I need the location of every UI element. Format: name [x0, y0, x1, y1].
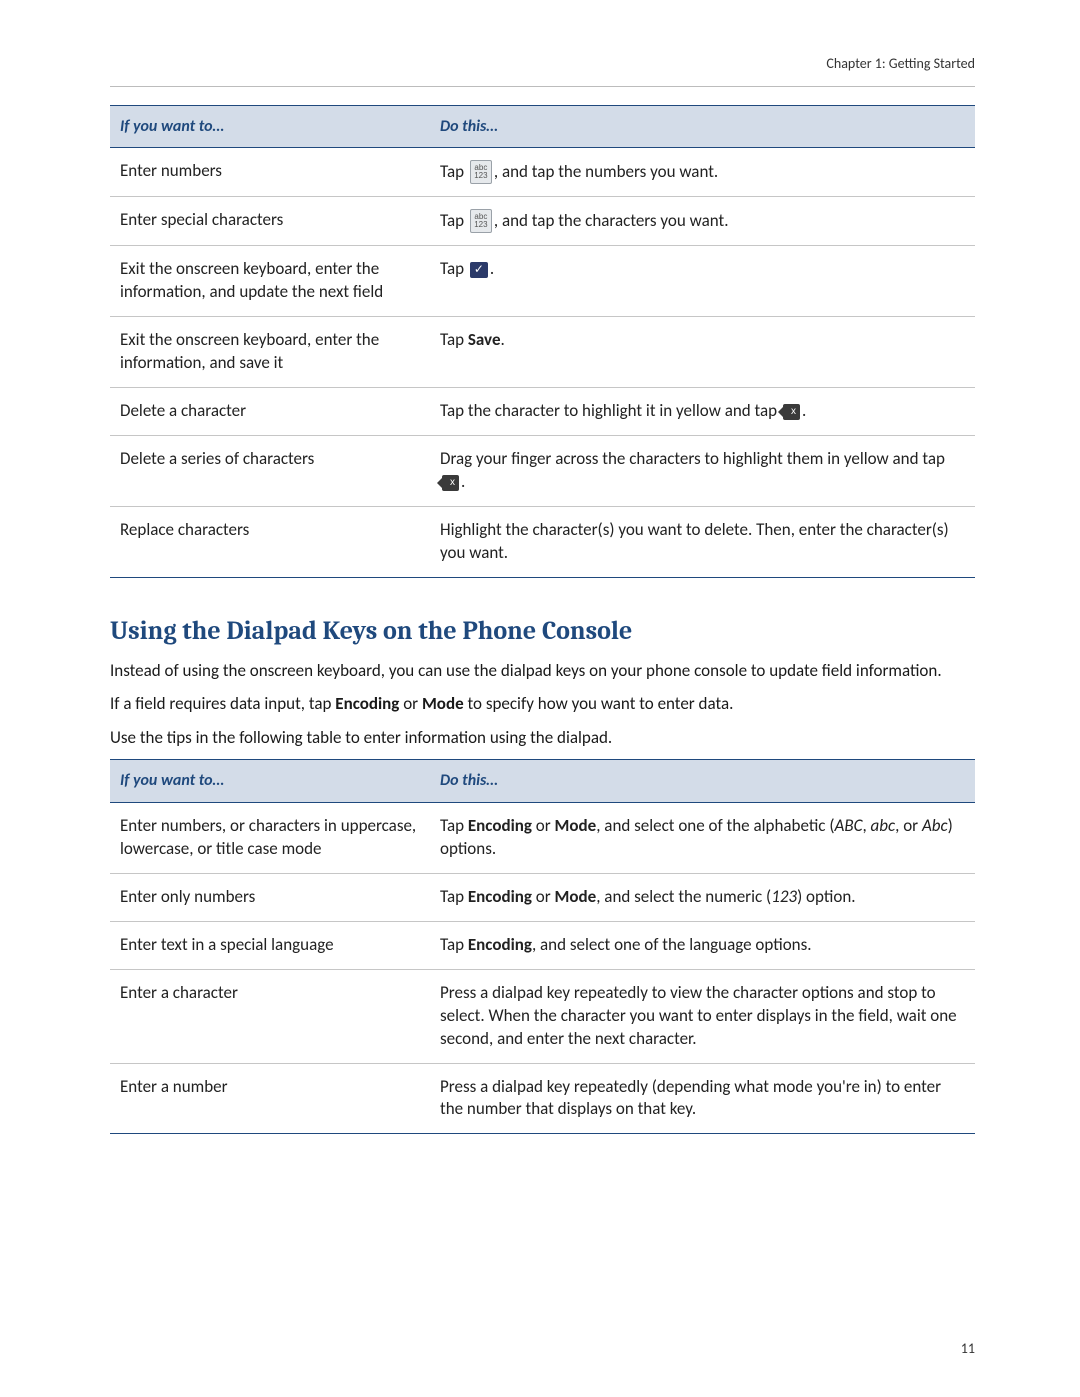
table-row: Delete a characterTap the character to h… [110, 388, 975, 436]
table-header-left: If you want to… [110, 760, 430, 803]
table-row: Enter a numberPress a dialpad key repeat… [110, 1063, 975, 1134]
table-row: Enter numbersTap abc123, and tap the num… [110, 148, 975, 197]
table-cell-right: Tap Encoding or Mode, and select one of … [430, 802, 975, 873]
table-header-right: Do this… [430, 105, 975, 148]
table-cell-right: Tap Encoding, and select one of the lang… [430, 921, 975, 969]
chapter-header: Chapter 1: Getting Started [110, 55, 975, 74]
table-cell-left: Replace characters [110, 507, 430, 578]
table-row: Replace charactersHighlight the characte… [110, 507, 975, 578]
num-key-icon: abc123 [470, 160, 492, 184]
table-row: Enter only numbersTap Encoding or Mode, … [110, 873, 975, 921]
table-row: Exit the onscreen keyboard, enter the in… [110, 246, 975, 317]
table-cell-right: Tap Save. [430, 317, 975, 388]
backspace-icon: x [442, 475, 459, 491]
table-cell-left: Enter a number [110, 1063, 430, 1134]
backspace-icon: x [783, 404, 800, 420]
table-cell-left: Exit the onscreen keyboard, enter the in… [110, 246, 430, 317]
table-header-right: Do this… [430, 760, 975, 803]
table-cell-left: Enter only numbers [110, 873, 430, 921]
checkmark-icon: ✓ [470, 262, 488, 278]
table-row: Enter special charactersTap abc123, and … [110, 197, 975, 246]
header-rule [110, 86, 975, 87]
table-row: Enter text in a special languageTap Enco… [110, 921, 975, 969]
table-cell-right: Tap abc123, and tap the characters you w… [430, 197, 975, 246]
table-cell-right: Drag your finger across the characters t… [430, 436, 975, 507]
table-cell-right: Press a dialpad key repeatedly (dependin… [430, 1063, 975, 1134]
page-number: 11 [961, 1340, 975, 1359]
table-cell-left: Enter numbers, or characters in uppercas… [110, 802, 430, 873]
table-cell-left: Delete a character [110, 388, 430, 436]
table-row: Enter numbers, or characters in uppercas… [110, 802, 975, 873]
num-key-icon: abc123 [470, 209, 492, 233]
table-row: Delete a series of charactersDrag your f… [110, 436, 975, 507]
table-cell-left: Enter a character [110, 969, 430, 1063]
table-cell-right: Tap abc123, and tap the numbers you want… [430, 148, 975, 197]
table-cell-left: Enter special characters [110, 197, 430, 246]
section-heading: Using the Dialpad Keys on the Phone Cons… [110, 614, 975, 649]
table-cell-right: Tap the character to highlight it in yel… [430, 388, 975, 436]
table-cell-right: Press a dialpad key repeatedly to view t… [430, 969, 975, 1063]
body-paragraph: Use the tips in the following table to e… [110, 726, 975, 749]
body-paragraph: Instead of using the onscreen keyboard, … [110, 659, 975, 682]
table-row: Exit the onscreen keyboard, enter the in… [110, 317, 975, 388]
table-cell-right: Tap ✓. [430, 246, 975, 317]
onscreen-keyboard-table: If you want to…Do this…Enter numbersTap … [110, 105, 975, 578]
table-row: Enter a characterPress a dialpad key rep… [110, 969, 975, 1063]
dialpad-keys-table: If you want to…Do this…Enter numbers, or… [110, 759, 975, 1134]
table-cell-left: Delete a series of characters [110, 436, 430, 507]
document-page: Chapter 1: Getting Started If you want t… [0, 0, 1080, 1397]
table-cell-left: Exit the onscreen keyboard, enter the in… [110, 317, 430, 388]
table-cell-right: Highlight the character(s) you want to d… [430, 507, 975, 578]
table-cell-right: Tap Encoding or Mode, and select the num… [430, 873, 975, 921]
body-paragraph: If a field requires data input, tap Enco… [110, 692, 975, 715]
table-cell-left: Enter text in a special language [110, 921, 430, 969]
table-header-left: If you want to… [110, 105, 430, 148]
table-cell-left: Enter numbers [110, 148, 430, 197]
